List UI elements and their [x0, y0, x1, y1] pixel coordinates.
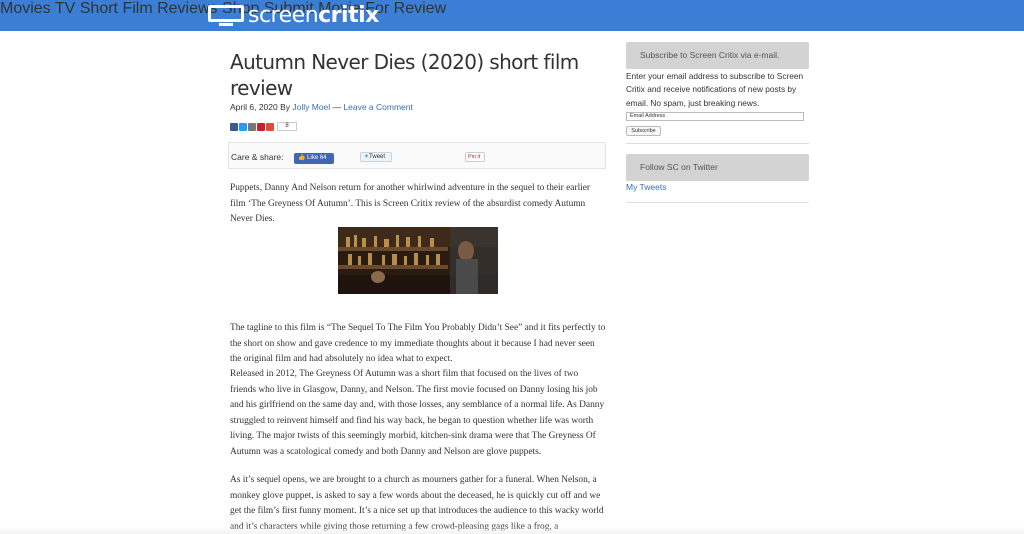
- paragraph-4: As it’s sequel opens, we are brought to …: [230, 475, 604, 532]
- share-count: 8: [277, 122, 297, 131]
- share-icons: 8: [230, 122, 297, 131]
- logo-text-light: screen: [248, 3, 319, 28]
- facebook-like-button[interactable]: 👍 Like 64: [294, 153, 334, 164]
- plus-icon[interactable]: [266, 122, 274, 131]
- care-share-bar: Care & share: 👍 Like 64 ✦Tweet Pin it: [228, 142, 606, 169]
- sidebar-divider: [626, 202, 809, 203]
- site-logo[interactable]: screencritix: [208, 2, 379, 29]
- nav-tv[interactable]: TV: [55, 0, 75, 17]
- post-date: April 6, 2020 By: [230, 102, 293, 112]
- monitor-icon: [208, 4, 244, 27]
- subscribe-description: Enter your email address to subscribe to…: [626, 71, 804, 108]
- email-field[interactable]: Email Address: [626, 112, 804, 121]
- thumbs-up-icon: 👍: [298, 155, 306, 161]
- facebook-icon[interactable]: [230, 122, 238, 131]
- pin-label: Pin it: [468, 154, 481, 160]
- paragraph-3: Released in 2012, The Greyness Of Autumn…: [230, 369, 605, 457]
- post-meta: April 6, 2020 By Jolly Moel — Leave a Co…: [230, 102, 413, 112]
- bottom-fade: [0, 526, 1024, 534]
- nav-short-film-reviews[interactable]: Short Film Reviews: [80, 0, 218, 17]
- email-icon[interactable]: [248, 122, 256, 131]
- twitter-icon[interactable]: [239, 122, 247, 131]
- pinterest-icon[interactable]: [257, 122, 265, 131]
- meta-separator: —: [330, 102, 344, 112]
- post-title: Autumn Never Dies (2020) short film revi…: [230, 50, 579, 100]
- twitter-widget-title: Follow SC on Twitter: [626, 154, 809, 181]
- logo-text: screencritix: [248, 2, 379, 29]
- site-header: screencritix Movies TV Short Film Review…: [0, 0, 1024, 31]
- logo-text-bold: critix: [318, 3, 379, 28]
- paragraph-2: The tagline to this film is “The Sequel …: [230, 323, 606, 365]
- tweet-button[interactable]: ✦Tweet: [360, 152, 392, 162]
- paragraph-1: Puppets, Danny And Nelson return for ano…: [230, 183, 591, 225]
- nav-movies[interactable]: Movies: [0, 0, 51, 17]
- author-link[interactable]: Jolly Moel: [292, 102, 330, 112]
- hero-image: [338, 227, 498, 294]
- fb-like-label: Like 64: [307, 155, 327, 161]
- leave-comment-link[interactable]: Leave a Comment: [343, 102, 412, 112]
- care-share-label: Care & share:: [231, 152, 284, 162]
- subscribe-button[interactable]: Subscribe: [626, 126, 661, 136]
- pin-it-button[interactable]: Pin it: [465, 152, 485, 162]
- my-tweets-link[interactable]: My Tweets: [626, 182, 666, 192]
- sidebar-divider: [626, 143, 809, 144]
- tweet-label: Tweet: [369, 154, 386, 160]
- subscribe-widget-title: Subscribe to Screen Critix via e-mail.: [626, 42, 809, 69]
